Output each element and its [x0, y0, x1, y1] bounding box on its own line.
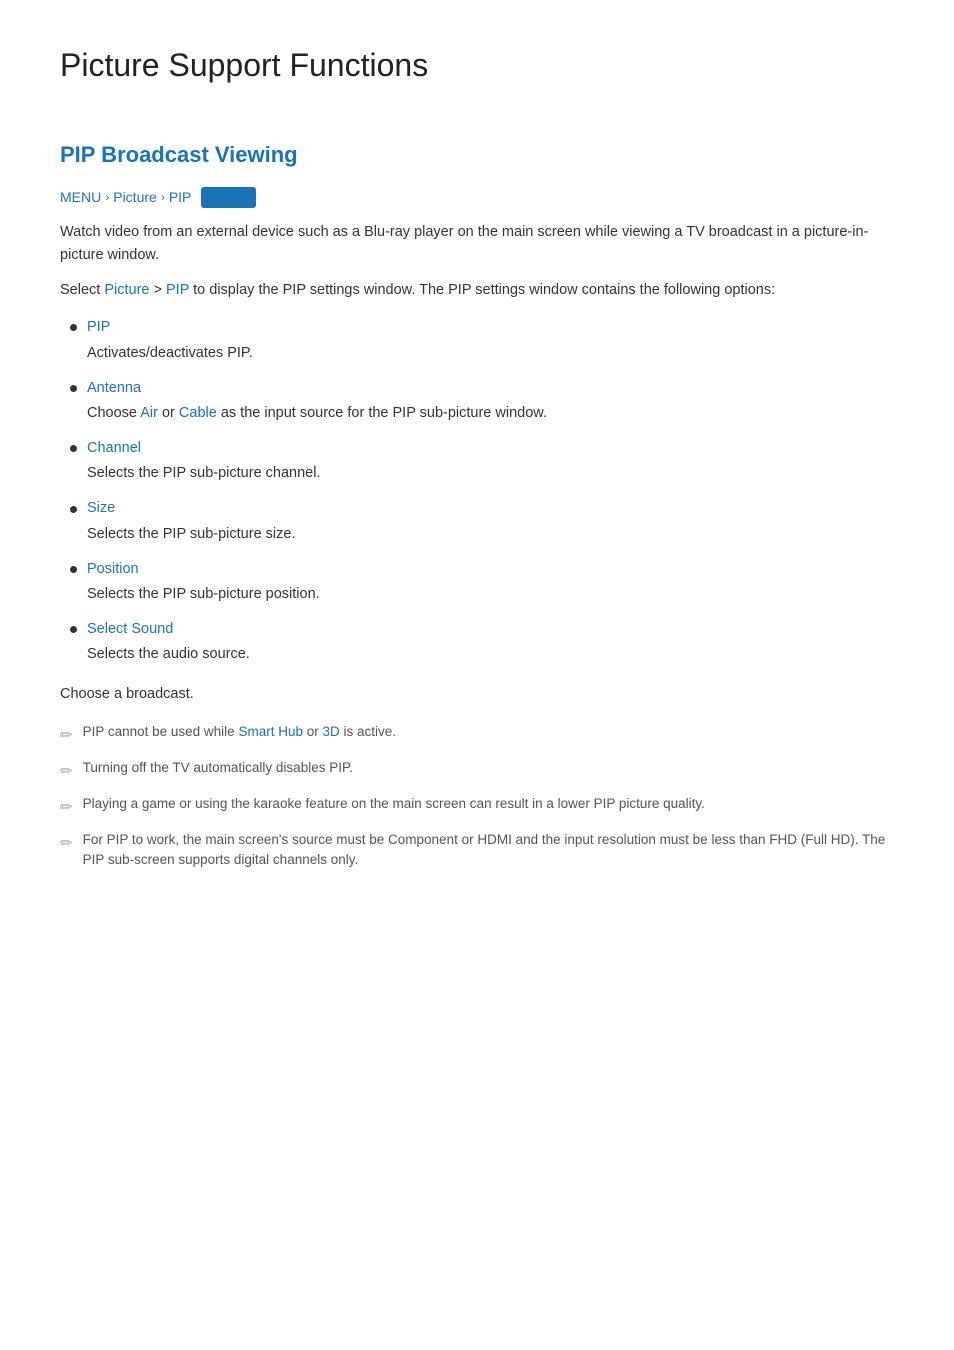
select-sound-option-label[interactable]: Select Sound [87, 618, 173, 641]
channel-option-label[interactable]: Channel [87, 437, 141, 460]
select-text-after: to display the PIP settings window. The … [189, 282, 775, 298]
air-link[interactable]: Air [140, 405, 158, 421]
intro-text: Watch video from an external device such… [60, 221, 894, 267]
size-option-desc: Selects the PIP sub-picture size. [70, 523, 894, 546]
note-text-1: PIP cannot be used while Smart Hub or 3D… [83, 722, 396, 742]
pip-options-list: PIP Activates/deactivates PIP. Antenna C… [60, 316, 894, 666]
choose-broadcast-text: Choose a broadcast. [60, 683, 894, 706]
select-picture-link[interactable]: Picture [104, 282, 149, 298]
list-item: Select Sound Selects the audio source. [70, 618, 894, 666]
note-item-2: ✏ Turning off the TV automatically disab… [60, 758, 894, 784]
position-option-desc: Selects the PIP sub-picture position. [70, 583, 894, 606]
bullet-dot [70, 626, 77, 633]
antenna-option-desc: Choose Air or Cable as the input source … [70, 402, 894, 425]
select-description: Select Picture > PIP to display the PIP … [60, 279, 894, 302]
bullet-dot [70, 445, 77, 452]
note-item-3: ✏ Playing a game or using the karaoke fe… [60, 794, 894, 820]
note-text-4: For PIP to work, the main screen's sourc… [83, 830, 894, 871]
try-now-badge[interactable]: Try Now [201, 187, 256, 209]
breadcrumb-pip[interactable]: PIP [169, 186, 192, 208]
note-item-4: ✏ For PIP to work, the main screen's sou… [60, 830, 894, 871]
list-item: Size Selects the PIP sub-picture size. [70, 497, 894, 545]
select-separator-1: > [149, 282, 166, 298]
note-icon-3: ✏ [60, 796, 73, 820]
position-option-label[interactable]: Position [87, 558, 139, 581]
note-icon-1: ✏ [60, 724, 73, 748]
note-icon-2: ✏ [60, 760, 73, 784]
page-title: Picture Support Functions [60, 40, 894, 101]
breadcrumb-picture[interactable]: Picture [113, 186, 157, 208]
breadcrumb-menu: MENU [60, 186, 101, 208]
smart-hub-link: Smart Hub [238, 724, 303, 739]
bullet-dot [70, 324, 77, 331]
bullet-dot [70, 506, 77, 513]
breadcrumb: MENU › Picture › PIP Try Now [60, 186, 894, 208]
3d-link: 3D [322, 724, 339, 739]
notes-list: ✏ PIP cannot be used while Smart Hub or … [60, 722, 894, 871]
antenna-option-label[interactable]: Antenna [87, 377, 141, 400]
breadcrumb-chevron-1: › [105, 188, 109, 207]
note-text-3: Playing a game or using the karaoke feat… [83, 794, 705, 814]
pip-option-desc: Activates/deactivates PIP. [70, 342, 894, 365]
size-option-label[interactable]: Size [87, 497, 115, 520]
list-item: Position Selects the PIP sub-picture pos… [70, 558, 894, 606]
bullet-dot [70, 385, 77, 392]
select-text-before: Select [60, 282, 104, 298]
note-text-2: Turning off the TV automatically disable… [83, 758, 353, 778]
select-pip-link[interactable]: PIP [166, 282, 189, 298]
channel-option-desc: Selects the PIP sub-picture channel. [70, 462, 894, 485]
note-icon-4: ✏ [60, 832, 73, 856]
breadcrumb-chevron-2: › [161, 188, 165, 207]
section-title: PIP Broadcast Viewing [60, 137, 894, 172]
list-item: Antenna Choose Air or Cable as the input… [70, 377, 894, 425]
cable-link[interactable]: Cable [179, 405, 217, 421]
pip-option-label[interactable]: PIP [87, 316, 110, 339]
list-item: PIP Activates/deactivates PIP. [70, 316, 894, 364]
select-sound-option-desc: Selects the audio source. [70, 643, 894, 666]
note-item-1: ✏ PIP cannot be used while Smart Hub or … [60, 722, 894, 748]
list-item: Channel Selects the PIP sub-picture chan… [70, 437, 894, 485]
bullet-dot [70, 566, 77, 573]
